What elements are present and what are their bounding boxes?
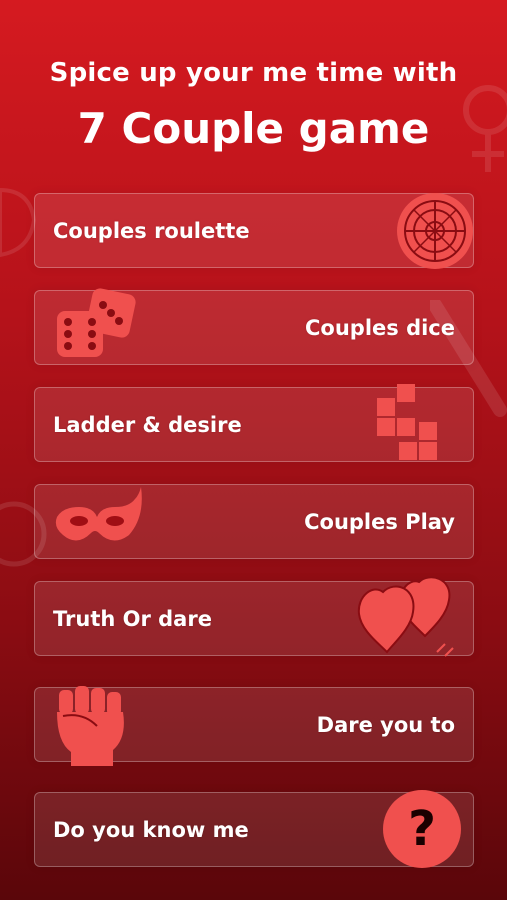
- game-label: Dare you to: [316, 712, 455, 737]
- hearts-icon: [357, 576, 454, 657]
- game-card-couples-play[interactable]: Couples Play: [34, 484, 474, 559]
- mask-icon: [55, 487, 142, 541]
- game-label: Truth Or dare: [53, 606, 212, 631]
- question-mark-icon: ?: [383, 790, 461, 868]
- game-label: Couples Play: [304, 509, 455, 534]
- fist-icon: [57, 686, 124, 766]
- roulette-icon: [397, 193, 473, 269]
- headline-subtitle: Spice up your me time with: [49, 58, 458, 88]
- game-card-couples-dice[interactable]: Couples dice: [34, 288, 474, 365]
- game-label: Ladder & desire: [53, 412, 242, 437]
- tetromino-blocks-icon: [377, 384, 437, 460]
- game-card-truth-or-dare[interactable]: Truth Or dare: [34, 576, 474, 657]
- game-card-couples-roulette[interactable]: Couples roulette: [34, 193, 474, 269]
- headline-title: 7 Couple game: [77, 104, 430, 153]
- game-label: Couples roulette: [53, 218, 250, 243]
- game-card-do-you-know-me[interactable]: Do you know me ?: [34, 790, 474, 868]
- question-glyph: ?: [408, 801, 436, 857]
- dice-icon: [57, 288, 136, 357]
- game-label: Do you know me: [53, 817, 249, 842]
- game-card-dare-you-to[interactable]: Dare you to: [34, 686, 474, 766]
- game-label: Couples dice: [305, 315, 455, 340]
- game-card-ladder-desire[interactable]: Ladder & desire: [34, 384, 474, 462]
